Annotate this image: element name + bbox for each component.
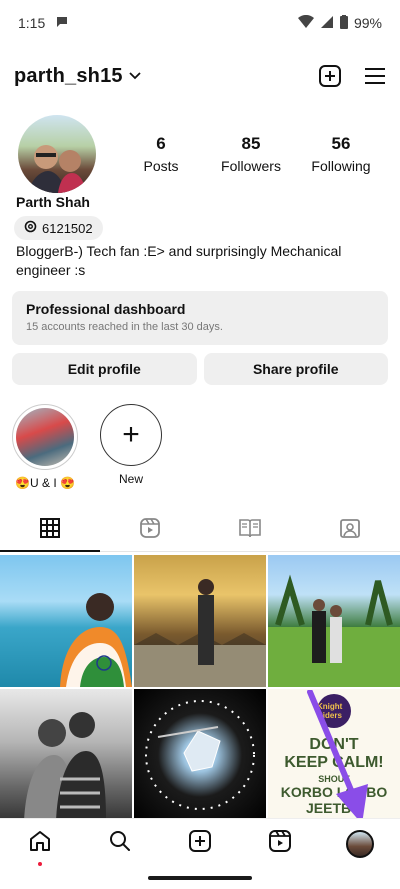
edit-profile-button[interactable]: Edit profile: [12, 353, 197, 385]
profile-stats: 6 Posts 85 Followers 56 Following: [116, 134, 386, 174]
create-icon: [188, 829, 212, 858]
bottom-navigation: [0, 818, 400, 868]
gesture-bar: [148, 876, 252, 880]
stat-posts-value: 6: [156, 134, 166, 153]
profile-header: parth_sh15: [0, 56, 400, 96]
reels-icon: [268, 829, 292, 858]
username[interactable]: parth_sh15: [14, 65, 123, 88]
highlight-label: 😍U & I 😍: [15, 476, 75, 490]
stat-following-label: Following: [311, 158, 371, 174]
post-text-line2: KEEP CALM!: [284, 754, 384, 771]
post-thumbnail[interactable]: [0, 555, 132, 687]
dashboard-title: Professional dashboard: [26, 301, 186, 317]
signal-icon: [320, 15, 334, 32]
chevron-down-icon[interactable]: [129, 72, 141, 80]
message-icon: [55, 15, 69, 32]
profile-actions: Edit profile Share profile: [12, 353, 388, 385]
stat-following[interactable]: 56 Following: [296, 134, 386, 174]
post-thumbnail[interactable]: [134, 689, 266, 821]
status-time: 1:15: [18, 15, 46, 31]
professional-dashboard[interactable]: Professional dashboard 15 accounts reach…: [12, 291, 388, 345]
tab-reels[interactable]: [100, 510, 200, 551]
content-tabs: [0, 510, 400, 552]
highlight-item[interactable]: 😍U & I 😍: [12, 404, 78, 490]
new-highlight-label: New: [118, 472, 143, 486]
guides-icon: [238, 517, 262, 544]
tagged-icon: [339, 517, 361, 544]
battery-level: 99%: [353, 15, 382, 31]
nav-create[interactable]: [160, 829, 240, 858]
profile-avatar-icon: [346, 829, 374, 858]
post-text-line1: DON'T: [309, 736, 359, 753]
highlight-ring: [12, 404, 78, 470]
share-profile-button[interactable]: Share profile: [203, 353, 388, 385]
stat-followers-value: 85: [241, 134, 261, 153]
post-text-line3: KORBO LORBO: [280, 784, 388, 800]
tab-tagged[interactable]: [300, 510, 400, 551]
threads-icon: [24, 220, 37, 236]
posts-grid: Knight Riders DON'T KEEP CALM! SHOUT KOR…: [0, 555, 400, 821]
wifi-icon: [297, 14, 314, 32]
plus-icon: +: [100, 404, 162, 466]
stat-posts[interactable]: 6 Posts: [116, 134, 206, 174]
post-thumbnail[interactable]: Knight Riders DON'T KEEP CALM! SHOUT KOR…: [268, 689, 400, 821]
add-post-icon[interactable]: [318, 64, 342, 88]
dashboard-subtitle: 15 accounts reached in the last 30 days.: [26, 321, 223, 333]
stat-posts-label: Posts: [143, 158, 179, 174]
display-name: Parth Shah: [16, 194, 90, 210]
stat-followers[interactable]: 85 Followers: [206, 134, 296, 174]
post-text-small: SHOUT: [318, 774, 350, 784]
post-thumbnail[interactable]: [134, 555, 266, 687]
profile-avatar[interactable]: [18, 115, 96, 193]
post-text-line4: JEETBO: [305, 800, 362, 816]
menu-icon[interactable]: [364, 66, 386, 86]
tab-posts[interactable]: [0, 510, 100, 552]
profile-bio: BloggerB-) Tech fan :E> and surprisingly…: [16, 243, 342, 278]
search-icon: [108, 829, 132, 858]
stat-following-value: 56: [331, 134, 351, 153]
post-thumbnail[interactable]: [268, 555, 400, 687]
battery-icon: [339, 14, 348, 32]
nav-search[interactable]: [80, 829, 160, 858]
nav-profile[interactable]: [320, 829, 400, 858]
nav-home[interactable]: [0, 829, 80, 866]
nav-reels[interactable]: [240, 829, 320, 858]
threads-handle: 6121502: [42, 220, 93, 236]
reels-icon: [139, 517, 161, 544]
threads-badge[interactable]: 6121502: [14, 216, 103, 240]
new-highlight[interactable]: + New: [98, 404, 164, 490]
home-icon: [28, 829, 52, 858]
grid-icon: [39, 517, 61, 544]
highlight-cover: [16, 408, 74, 466]
status-bar: 1:15 99%: [0, 0, 400, 46]
kkr-badge: Knight Riders: [317, 694, 351, 728]
notification-dot: [38, 862, 42, 866]
story-highlights: 😍U & I 😍 + New: [12, 404, 164, 490]
tab-guides[interactable]: [200, 510, 300, 551]
profile-summary: 6 Posts 85 Followers 56 Following: [18, 114, 388, 194]
stat-followers-label: Followers: [221, 158, 281, 174]
post-thumbnail[interactable]: [0, 689, 132, 821]
